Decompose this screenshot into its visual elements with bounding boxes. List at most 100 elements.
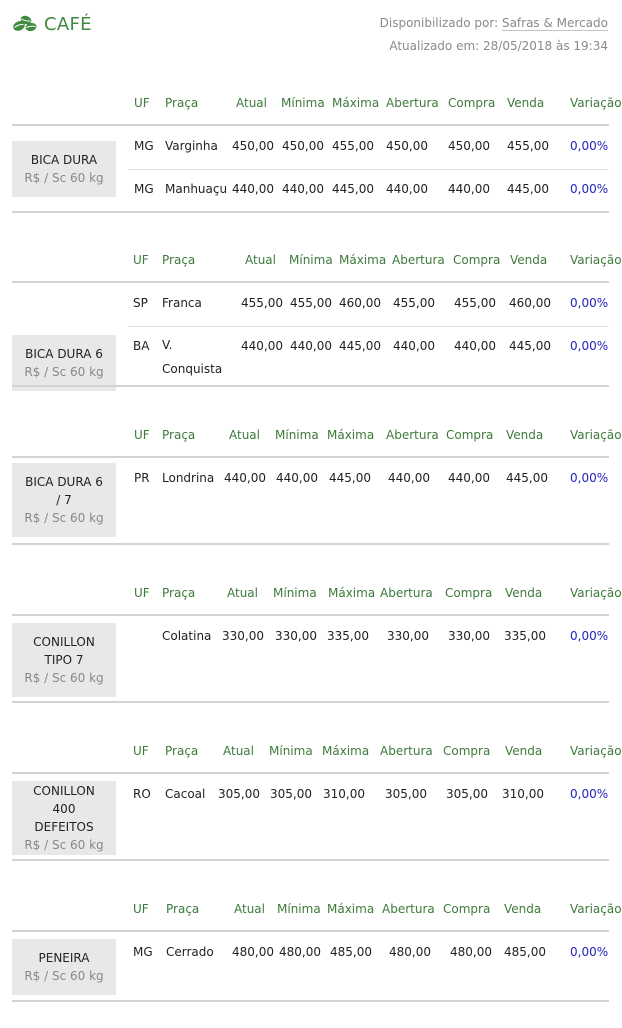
cell-uf: SP: [133, 296, 148, 310]
column-header-atual: Atual: [229, 428, 260, 442]
cell-maxima: 445,00: [329, 471, 371, 485]
product-label: CONILLON TIPO 7 R$ / Sc 60 kg: [12, 623, 116, 697]
column-header-compra: Compra: [446, 428, 494, 442]
cell-praca: Franca: [162, 296, 202, 310]
divider: [12, 772, 609, 774]
page-title: CAFÉ: [44, 13, 92, 35]
cell-praca: V. Conquista: [162, 338, 223, 376]
product-unit: R$ / Sc 60 kg: [24, 171, 104, 185]
product-label: BICA DURA R$ / Sc 60 kg: [12, 141, 116, 197]
divider: [12, 930, 609, 932]
cell-venda: 445,00: [509, 339, 551, 353]
cell-maxima: 445,00: [332, 182, 374, 196]
cell-variacao: 0,00%: [570, 471, 609, 485]
product-name: PENEIRA: [38, 951, 90, 965]
product-label: PENEIRA R$ / Sc 60 kg: [12, 939, 116, 995]
cell-minima: 480,00: [279, 945, 321, 959]
column-header-abertura: Abertura: [392, 253, 445, 267]
column-header-minima: Mínima: [281, 96, 325, 110]
cell-atual: 330,00: [222, 629, 264, 643]
cell-minima: 330,00: [275, 629, 317, 643]
row-divider: [128, 169, 609, 170]
divider: [12, 543, 609, 545]
cell-maxima: 455,00: [332, 139, 374, 153]
divider: [12, 124, 609, 126]
cell-maxima: 485,00: [330, 945, 372, 959]
product-name: CONILLON TIPO 7: [33, 635, 95, 667]
column-header-maxima: Máxima: [339, 253, 387, 267]
cell-atual: 455,00: [241, 296, 283, 310]
price-table: UF Praça Atual Mínima Máxima Abertura Compra Ve…: [12, 574, 622, 704]
cell-atual: 305,00: [218, 787, 260, 801]
product-name: BICA DURA: [30, 153, 98, 167]
cell-atual: 440,00: [224, 471, 266, 485]
cell-abertura: 450,00: [386, 139, 428, 153]
column-header-praca: Praça: [162, 253, 196, 267]
cell-atual: 480,00: [232, 945, 274, 959]
cell-variacao: 0,00%: [570, 945, 609, 959]
column-header-praca: Praça: [162, 586, 196, 600]
column-header-variacao: Variação: [570, 428, 622, 442]
cell-minima: 440,00: [282, 182, 324, 196]
column-header-variacao: Variação: [570, 586, 622, 600]
column-header-praca: Praça: [165, 96, 199, 110]
price-table: UF Praça Atual Mínima Máxima Abertura Compra Ve…: [12, 732, 622, 862]
product-name: BICA DURA 6 / 7: [25, 475, 103, 507]
price-table: UF Praça Atual Mínima Máxima Abertura Compra Ve…: [12, 84, 622, 214]
column-header-compra: Compra: [445, 586, 493, 600]
cell-variacao: 0,00%: [570, 296, 609, 310]
cell-minima: 440,00: [290, 339, 332, 353]
logo: CAFÉ: [12, 12, 92, 36]
column-header-praca: Praça: [166, 902, 200, 916]
cell-variacao: 0,00%: [570, 182, 609, 196]
cell-variacao: 0,00%: [570, 629, 609, 643]
divider: [12, 281, 609, 283]
cell-compra: 330,00: [448, 629, 490, 643]
column-header-uf: UF: [133, 744, 149, 758]
cell-variacao: 0,00%: [570, 787, 609, 801]
product-unit: R$ / Sc 60 kg: [24, 365, 104, 379]
cell-uf: BA: [133, 339, 150, 353]
cell-uf: MG: [133, 945, 153, 959]
column-header-atual: Atual: [223, 744, 254, 758]
column-header-atual: Atual: [234, 902, 265, 916]
cell-venda: 460,00: [509, 296, 551, 310]
column-header-compra: Compra: [448, 96, 496, 110]
product-unit: R$ / Sc 60 kg: [24, 969, 104, 983]
cell-compra: 480,00: [450, 945, 492, 959]
product-unit: R$ / Sc 60 kg: [24, 838, 104, 852]
cell-variacao: 0,00%: [570, 339, 609, 353]
page-header: CAFÉ Disponibilizado por: Safras & Merca…: [0, 0, 622, 70]
product-name: BICA DURA 6: [25, 347, 103, 361]
column-header-minima: Mínima: [289, 253, 333, 267]
cell-praca: Cacoal: [165, 787, 206, 801]
column-header-compra: Compra: [453, 253, 501, 267]
column-header-uf: UF: [134, 586, 150, 600]
divider: [12, 456, 609, 458]
divider: [12, 614, 609, 616]
source-link[interactable]: Safras & Mercado: [501, 16, 608, 31]
column-header-uf: UF: [134, 428, 150, 442]
cell-venda: 310,00: [502, 787, 544, 801]
cell-maxima: 445,00: [339, 339, 381, 353]
column-header-venda: Venda: [507, 96, 545, 110]
column-header-maxima: Máxima: [327, 428, 375, 442]
column-header-venda: Venda: [510, 253, 548, 267]
column-header-atual: Atual: [236, 96, 267, 110]
cell-compra: 450,00: [448, 139, 490, 153]
cell-venda: 445,00: [506, 471, 548, 485]
column-header-maxima: Máxima: [322, 744, 370, 758]
column-header-maxima: Máxima: [332, 96, 380, 110]
cell-variacao: 0,00%: [570, 139, 609, 153]
cell-praca: Cerrado: [166, 945, 214, 959]
column-header-atual: Atual: [227, 586, 258, 600]
cell-compra: 305,00: [446, 787, 488, 801]
cell-atual: 440,00: [241, 339, 283, 353]
divider: [12, 211, 609, 213]
price-table: UF Praça Atual Mínima Máxima Abertura Compra Ve…: [12, 890, 622, 1003]
column-header-variacao: Variação: [570, 96, 622, 110]
column-header-minima: Mínima: [273, 586, 317, 600]
cell-minima: 455,00: [290, 296, 332, 310]
divider: [12, 859, 609, 861]
column-header-uf: UF: [133, 253, 149, 267]
